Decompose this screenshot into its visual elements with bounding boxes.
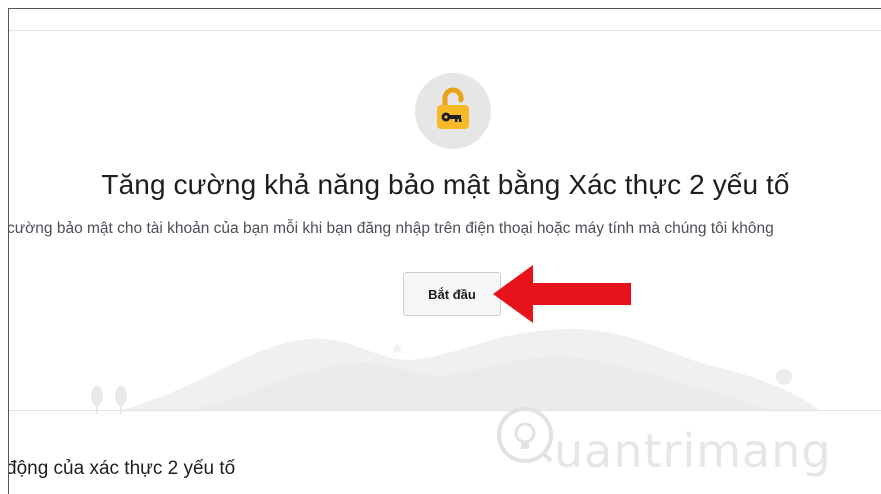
quantrimang-logo-icon xyxy=(497,407,553,463)
mountains-illustration xyxy=(91,328,821,414)
top-divider xyxy=(9,30,881,31)
page-frame: Tăng cường khả năng bảo mật bằng Xác thự… xyxy=(8,8,881,494)
section-divider xyxy=(9,410,881,411)
watermark-text: uantrimang xyxy=(554,424,832,478)
start-button[interactable]: Bắt đầu xyxy=(403,272,501,316)
unlocked-padlock-icon xyxy=(437,87,469,129)
page-title: Tăng cường khả năng bảo mật bằng Xác thự… xyxy=(101,169,790,200)
section-heading: động của xác thực 2 yếu tố xyxy=(8,458,236,479)
page-description: cường bảo mật cho tài khoản của bạn mỗi … xyxy=(8,220,774,237)
security-icon-badge xyxy=(415,73,491,149)
red-arrow-pointing-left-icon xyxy=(493,265,631,323)
